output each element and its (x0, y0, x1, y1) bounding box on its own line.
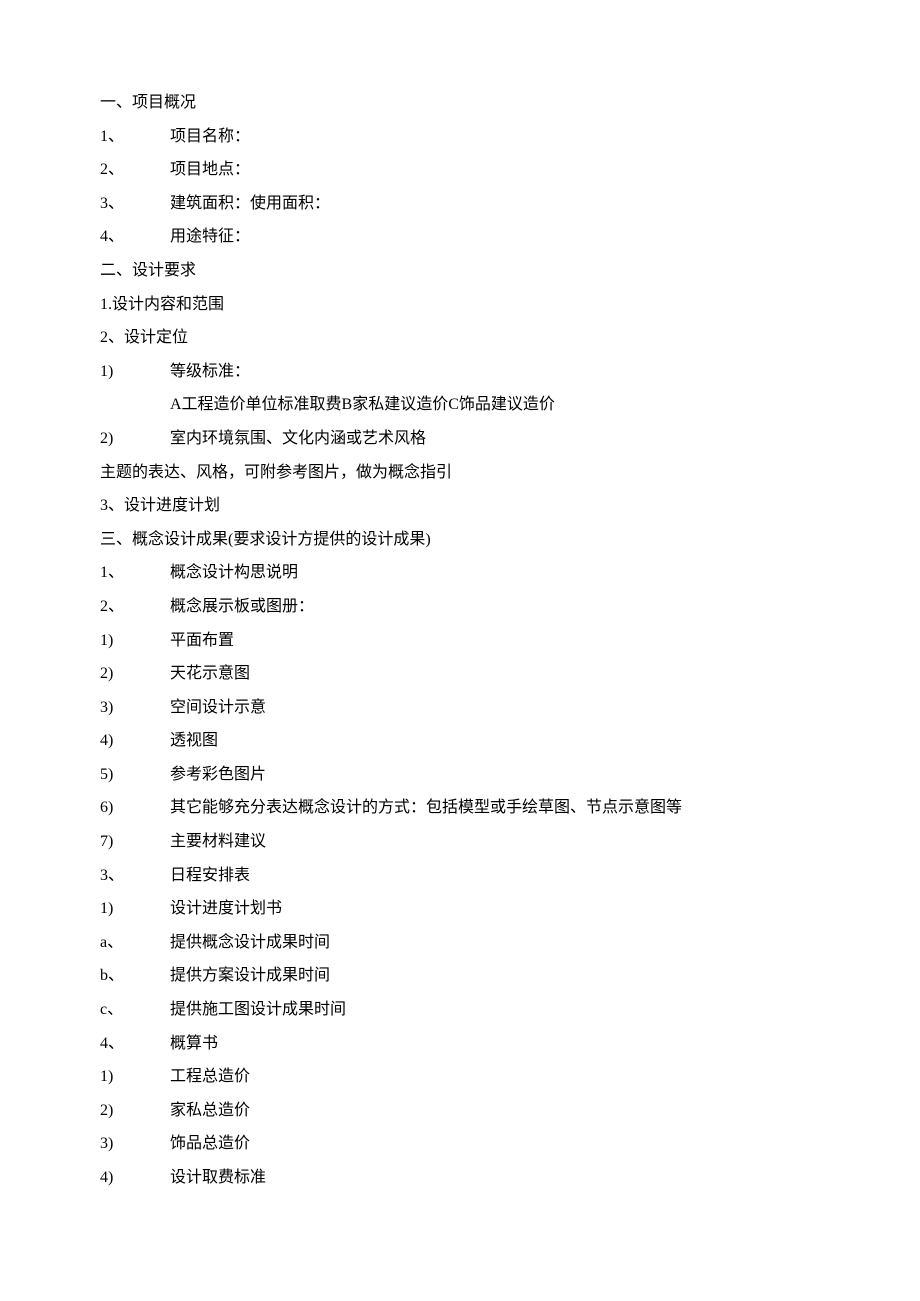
line-text: 等级标准： (170, 363, 250, 380)
text-line: 5)参考彩色图片 (100, 758, 820, 792)
text-line: 1.设计内容和范围 (100, 288, 820, 322)
text-line: a、提供概念设计成果时间 (100, 926, 820, 960)
line-text: 提供概念设计成果时间 (170, 934, 330, 951)
line-text: 家私总造价 (170, 1102, 250, 1119)
list-bullet: 6) (100, 791, 170, 825)
list-bullet: 3、 (100, 187, 170, 221)
text-line: 1)工程总造价 (100, 1060, 820, 1094)
line-text: 1.设计内容和范围 (100, 296, 224, 313)
document-body: 一、项目概况1、项目名称：2、项目地点：3、建筑面积：使用面积：4、用途特征：二… (100, 86, 820, 1195)
line-text: 室内环境氛围、文化内涵或艺术风格 (170, 430, 426, 447)
text-line: 2、项目地点： (100, 153, 820, 187)
line-text: 工程总造价 (170, 1068, 250, 1085)
text-line: c、提供施工图设计成果时间 (100, 993, 820, 1027)
line-text: 概算书 (170, 1035, 218, 1052)
line-text: 提供施工图设计成果时间 (170, 1001, 346, 1018)
list-bullet: 1、 (100, 556, 170, 590)
list-bullet: 4、 (100, 1027, 170, 1061)
text-line: 三、概念设计成果(要求设计方提供的设计成果) (100, 523, 820, 557)
list-bullet: 4) (100, 724, 170, 758)
list-bullet: 1) (100, 624, 170, 658)
text-line: 一、项目概况 (100, 86, 820, 120)
list-bullet: 3) (100, 691, 170, 725)
list-bullet: a、 (100, 926, 170, 960)
text-line: 7)主要材料建议 (100, 825, 820, 859)
list-bullet: 1) (100, 1060, 170, 1094)
list-bullet: 3) (100, 1127, 170, 1161)
list-bullet: 1) (100, 892, 170, 926)
text-line: 3、建筑面积：使用面积： (100, 187, 820, 221)
text-line: 6)其它能够充分表达概念设计的方式：包括模型或手绘草图、节点示意图等 (100, 791, 820, 825)
line-text: 概念设计构思说明 (170, 564, 298, 581)
text-line: 2)天花示意图 (100, 657, 820, 691)
line-text: 日程安排表 (170, 867, 250, 884)
line-text: 透视图 (170, 732, 218, 749)
line-text: 概念展示板或图册： (170, 598, 314, 615)
line-text: 3、设计进度计划 (100, 497, 220, 514)
line-text: 其它能够充分表达概念设计的方式：包括模型或手绘草图、节点示意图等 (170, 799, 682, 816)
text-line: 4)设计取费标准 (100, 1161, 820, 1195)
list-bullet: c、 (100, 993, 170, 1027)
line-text: A工程造价单位标准取费B家私建议造价C饰品建议造价 (170, 396, 555, 413)
line-text: 饰品总造价 (170, 1135, 250, 1152)
list-bullet: 1) (100, 355, 170, 389)
list-bullet: 2) (100, 657, 170, 691)
line-text: 天花示意图 (170, 665, 250, 682)
line-text: 项目地点： (170, 161, 250, 178)
line-text: 提供方案设计成果时间 (170, 967, 330, 984)
text-line: 2)室内环境氛围、文化内涵或艺术风格 (100, 422, 820, 456)
line-text: 用途特征： (170, 228, 250, 245)
list-bullet: 1、 (100, 120, 170, 154)
text-line: 3)饰品总造价 (100, 1127, 820, 1161)
line-text: 设计进度计划书 (170, 900, 282, 917)
list-bullet: 4) (100, 1161, 170, 1195)
text-line: 1)等级标准： (100, 355, 820, 389)
line-text: 2、设计定位 (100, 329, 188, 346)
line-text: 三、概念设计成果(要求设计方提供的设计成果) (100, 531, 431, 548)
list-bullet: 4、 (100, 220, 170, 254)
text-line: 1)设计进度计划书 (100, 892, 820, 926)
list-bullet: b、 (100, 959, 170, 993)
line-text: 一、项目概况 (100, 94, 196, 111)
text-line: 4)透视图 (100, 724, 820, 758)
line-text: 设计取费标准 (170, 1169, 266, 1186)
text-line: 3)空间设计示意 (100, 691, 820, 725)
line-text: 平面布置 (170, 632, 234, 649)
text-line: 3、日程安排表 (100, 859, 820, 893)
text-line: A工程造价单位标准取费B家私建议造价C饰品建议造价 (100, 388, 820, 422)
list-bullet: 2、 (100, 590, 170, 624)
line-text: 空间设计示意 (170, 699, 266, 716)
list-bullet: 3、 (100, 859, 170, 893)
line-text: 主题的表达、风格，可附参考图片，做为概念指引 (100, 464, 452, 481)
text-line: 3、设计进度计划 (100, 489, 820, 523)
line-text: 二、设计要求 (100, 262, 196, 279)
text-line: b、提供方案设计成果时间 (100, 959, 820, 993)
list-bullet: 2) (100, 1094, 170, 1128)
text-line: 2、设计定位 (100, 321, 820, 355)
text-line: 4、概算书 (100, 1027, 820, 1061)
text-line: 1、项目名称： (100, 120, 820, 154)
text-line: 2、概念展示板或图册： (100, 590, 820, 624)
line-text: 主要材料建议 (170, 833, 266, 850)
list-bullet: 2) (100, 422, 170, 456)
text-line: 主题的表达、风格，可附参考图片，做为概念指引 (100, 456, 820, 490)
line-text: 参考彩色图片 (170, 766, 266, 783)
text-line: 二、设计要求 (100, 254, 820, 288)
line-text: 项目名称： (170, 128, 250, 145)
list-bullet: 5) (100, 758, 170, 792)
text-line: 2)家私总造价 (100, 1094, 820, 1128)
text-line: 4、用途特征： (100, 220, 820, 254)
list-bullet: 7) (100, 825, 170, 859)
text-line: 1、概念设计构思说明 (100, 556, 820, 590)
text-line: 1)平面布置 (100, 624, 820, 658)
list-bullet: 2、 (100, 153, 170, 187)
line-text: 建筑面积：使用面积： (170, 195, 330, 212)
